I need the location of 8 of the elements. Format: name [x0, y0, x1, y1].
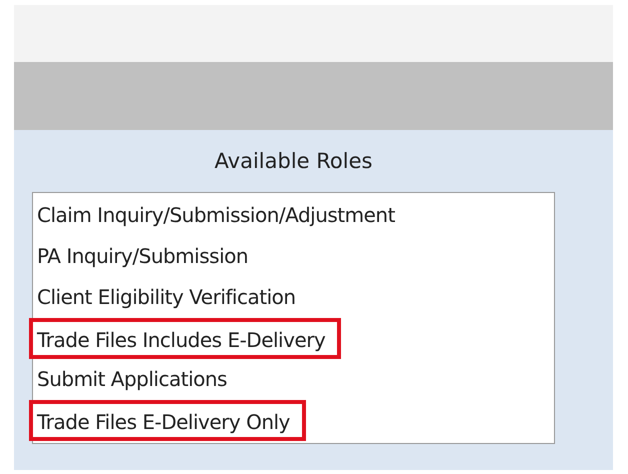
- role-option[interactable]: Trade Files E-Delivery Only: [29, 400, 306, 440]
- role-option[interactable]: PA Inquiry/Submission: [33, 236, 554, 276]
- role-option[interactable]: Client Eligibility Verification: [33, 276, 554, 318]
- panel-title: Available Roles: [214, 149, 372, 173]
- roles-listbox[interactable]: Claim Inquiry/Submission/Adjustment PA Inquiry/Submission Client Eligibility Verification Trade Files Includes E-Delivery Submit Applications Trade Files E-Delivery Only: [32, 192, 555, 444]
- role-option[interactable]: Claim Inquiry/Submission/Adjustment: [33, 194, 554, 236]
- role-option[interactable]: Trade Files Includes E-Delivery: [29, 318, 342, 358]
- role-option[interactable]: Submit Applications: [33, 358, 554, 400]
